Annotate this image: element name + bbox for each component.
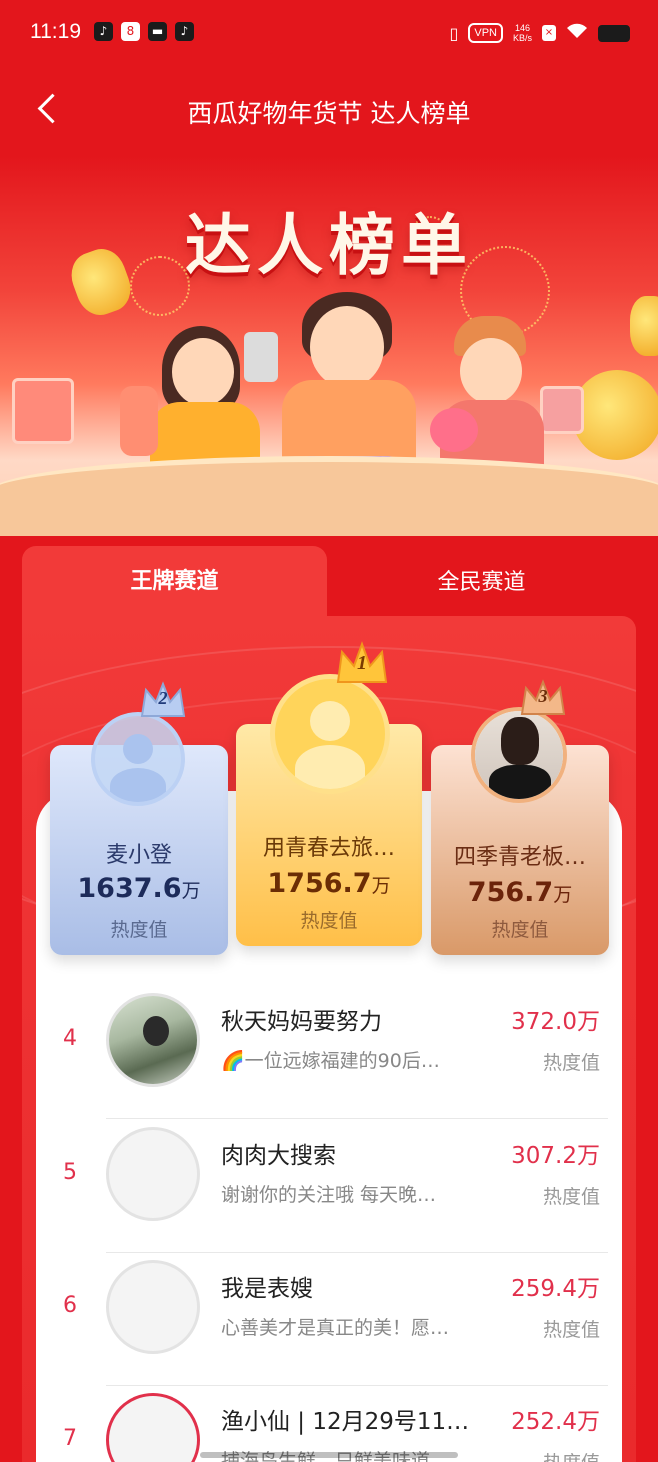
home-indicator[interactable] (200, 1452, 458, 1458)
podium-score: 756.7万 (467, 877, 573, 908)
list-item[interactable]: 4 秋天妈妈要努力 🌈一位远嫁福建的90后… 372.0万 热度值 (36, 986, 608, 1119)
podium-score: 1637.6万 (77, 873, 201, 904)
sim-icon: × (542, 25, 556, 41)
vpn-badge: VPN (468, 23, 503, 43)
list-desc: 心善美才是真正的美！愿… (221, 1317, 450, 1339)
list-score-label: 热度值 (543, 1448, 600, 1462)
status-indicators: ▯ VPN 146 KB/s × (450, 22, 630, 44)
list-item[interactable]: 7 渔小仙 | 12月29号11… 捕海鸟生鲜，只鲜美味道… 252.4万 热度… (36, 1386, 608, 1462)
list-name: 肉肉大搜索 (221, 1143, 336, 1169)
list-score: 252.4万 (511, 1409, 600, 1435)
bronze-crown-icon: 3 (518, 678, 568, 718)
page-title: 西瓜好物年货节 达人榜单 (187, 99, 471, 128)
list-desc: 🌈一位远嫁福建的90后… (221, 1050, 440, 1072)
avatar[interactable] (106, 1260, 200, 1354)
avatar[interactable] (106, 1127, 200, 1221)
list-score-label: 热度值 (542, 1186, 600, 1208)
gift-decoration (12, 378, 74, 444)
tiktok-lite-icon: ♪ (175, 22, 194, 41)
net-speed-unit: KB/s (512, 33, 532, 43)
list-score-label: 热度值 (542, 1052, 600, 1074)
lantern-decoration (630, 296, 658, 356)
gift-decoration (540, 386, 584, 434)
list-score-label: 热度值 (542, 1319, 600, 1341)
avatar[interactable] (106, 1393, 200, 1462)
list-rank: 6 (63, 1293, 77, 1318)
podium-score-label: 热度值 (491, 919, 549, 941)
net-speed-value: 146 (514, 23, 530, 33)
list-score: 372.0万 (511, 1009, 600, 1035)
podium-score-label: 热度值 (300, 910, 358, 932)
battery-icon (598, 24, 630, 42)
list-rank: 4 (63, 1026, 77, 1051)
podium-score: 1756.7万 (267, 868, 391, 899)
divider (106, 1118, 608, 1119)
podium-name: 四季青老板… (453, 845, 586, 870)
list-rank: 5 (63, 1160, 77, 1185)
tiktok-icon: ♪ (94, 22, 113, 41)
app-icon: 8 (121, 22, 140, 41)
podium-name: 麦小登 (105, 843, 172, 868)
silver-crown-icon: 2 (138, 680, 188, 720)
video-app-icon: ▬ (148, 22, 167, 41)
list-score: 307.2万 (511, 1143, 600, 1169)
avatar[interactable] (91, 712, 185, 806)
banner-title: 达人榜单 (185, 207, 473, 284)
avatar[interactable] (106, 993, 200, 1087)
notification-icons: ♪ 8 ▬ ♪ (94, 22, 194, 41)
list-rank: 7 (63, 1426, 77, 1451)
status-time: 11:19 (30, 20, 81, 43)
status-bar: 11:19 ♪ 8 ▬ ♪ ▯ VPN 146 KB/s × (0, 0, 658, 66)
list-name: 我是表嫂 (221, 1276, 313, 1302)
net-speed: 146 KB/s (513, 23, 532, 43)
tab-public-track[interactable]: 全民赛道 (327, 546, 636, 618)
tab-ace-track[interactable]: 王牌赛道 (22, 546, 327, 618)
track-tabs: 王牌赛道 全民赛道 (22, 546, 636, 618)
vibrate-icon: ▯ (449, 23, 459, 43)
list-item[interactable]: 6 我是表嫂 心善美才是真正的美！愿… 259.4万 热度值 (36, 1253, 608, 1386)
podium-name: 用青春去旅… (262, 836, 395, 861)
avatar[interactable] (471, 707, 567, 803)
list-name: 秋天妈妈要努力 (221, 1009, 382, 1035)
nav-bar: 西瓜好物年货节 达人榜单 (0, 66, 658, 156)
wifi-icon (566, 22, 588, 44)
avatar[interactable] (270, 674, 390, 794)
podium-score-label: 热度值 (110, 919, 168, 941)
hero-banner: 达人榜单 (0, 156, 658, 536)
list-name: 渔小仙 | 12月29号11… (221, 1409, 470, 1435)
banner-stage (0, 456, 658, 536)
lantern-decoration (572, 370, 658, 460)
gold-crown-icon: 1 (334, 640, 390, 686)
list-desc: 谢谢你的关注哦 每天晚… (221, 1184, 437, 1206)
list-score: 259.4万 (511, 1276, 600, 1302)
list-item[interactable]: 5 肉肉大搜索 谢谢你的关注哦 每天晚… 307.2万 热度值 (36, 1120, 608, 1253)
